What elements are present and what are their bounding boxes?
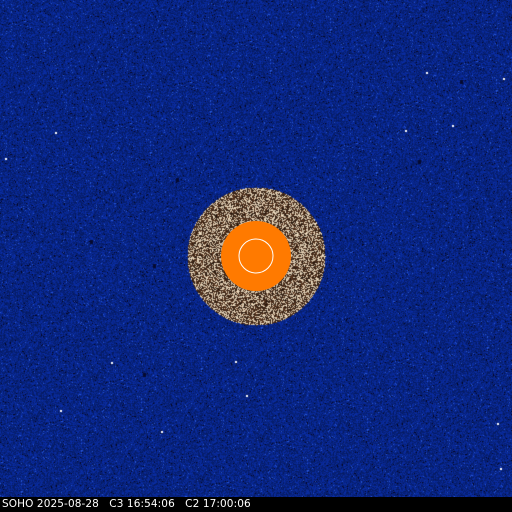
coronagraph-image: SOHO 2025-08-28 C3 16:54:06 C2 17:00:06 bbox=[0, 0, 512, 512]
caption-text: SOHO 2025-08-28 C3 16:54:06 C2 17:00:06 bbox=[2, 498, 251, 510]
occulter-disk bbox=[221, 221, 291, 291]
occulter-overlay bbox=[221, 221, 291, 291]
